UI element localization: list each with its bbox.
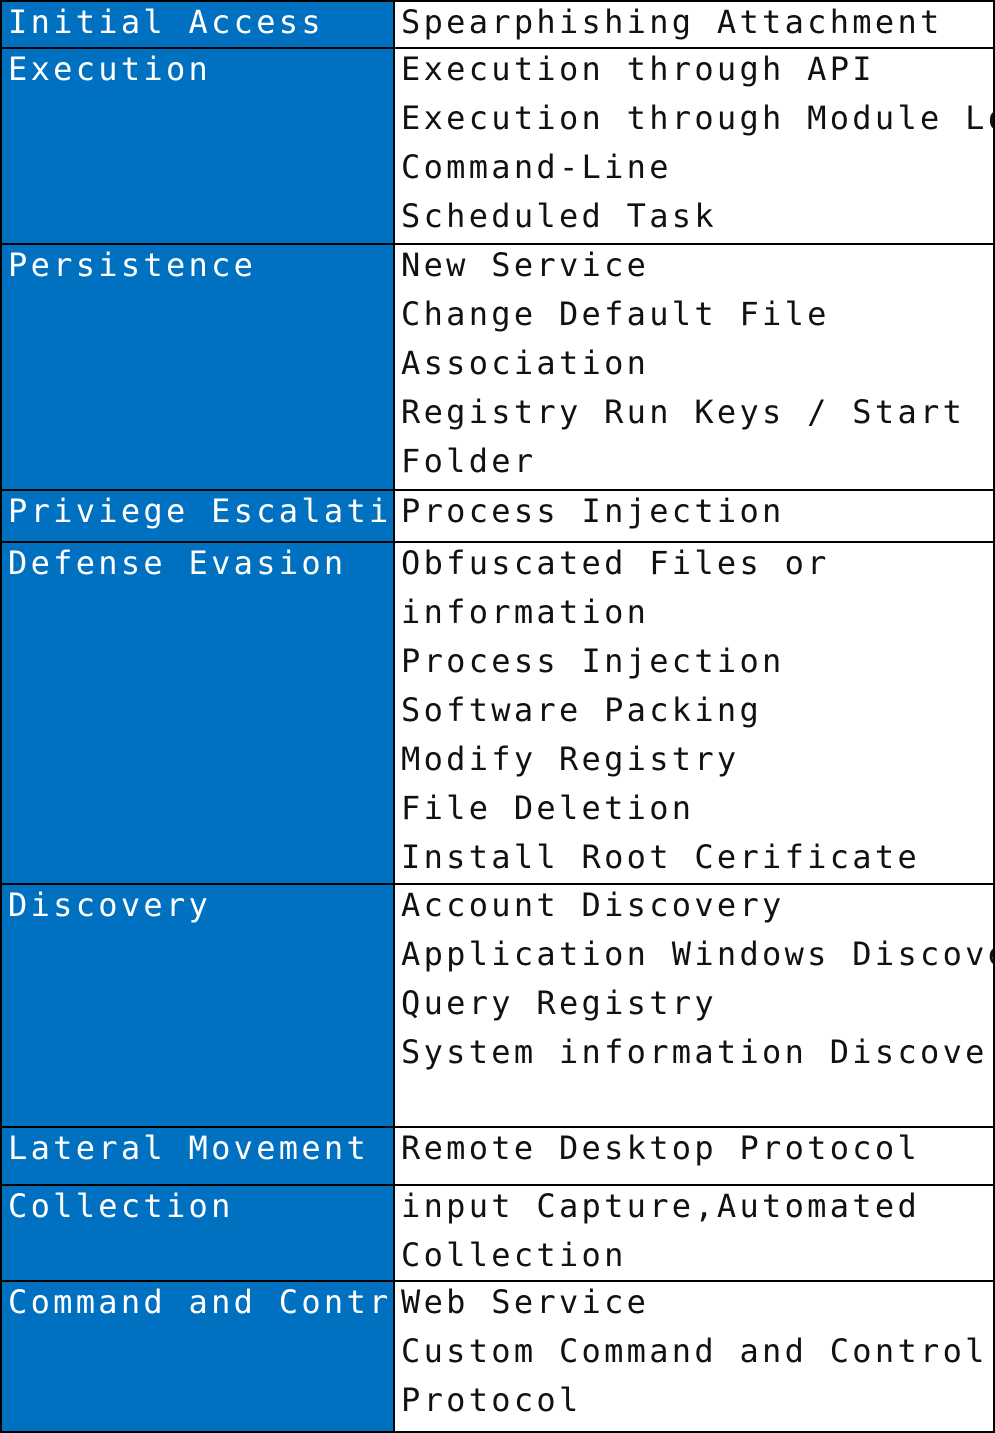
tactic-label: Collection — [8, 1187, 234, 1225]
technique-item: Software Packing — [401, 691, 763, 729]
technique-item: Protocol — [401, 1381, 582, 1419]
table-row: Defense Evasion Obfuscated Files or info… — [0, 541, 995, 885]
techniques-cell: New Service Change Default File Associat… — [393, 243, 995, 491]
tactic-cell: Lateral Movement — [0, 1126, 395, 1186]
technique-item: Application Windows Discovery — [401, 935, 994, 973]
technique-item: Process Injection — [401, 642, 785, 680]
tactic-cell: Defense Evasion — [0, 541, 395, 885]
tactic-cell: Priviege Escalation — [0, 489, 395, 543]
tactic-label: Defense Evasion — [8, 544, 347, 582]
techniques-cell: Spearphishing Attachment — [393, 0, 995, 49]
technique-item: Association — [401, 344, 650, 382]
table-row: Persistence New Service Change Default F… — [0, 243, 995, 491]
techniques-cell: Account Discovery Application Windows Di… — [393, 883, 995, 1128]
technique-item: Command-Line — [401, 148, 672, 186]
tactic-cell: Initial Access — [0, 0, 395, 49]
technique-item: input Capture,Automated — [401, 1187, 921, 1225]
tactic-cell: Collection — [0, 1184, 395, 1282]
table-row: Execution Execution through API Executio… — [0, 47, 995, 245]
tactic-label: Command and Control — [8, 1283, 394, 1321]
techniques-cell: Remote Desktop Protocol — [393, 1126, 995, 1186]
technique-item: Obfuscated Files or — [401, 544, 830, 582]
techniques-cell: Execution through API Execution through … — [393, 47, 995, 245]
tactic-label: Persistence — [8, 246, 257, 284]
techniques-cell: Obfuscated Files or information Process … — [393, 541, 995, 885]
techniques-cell: Web Service Custom Command and Control P… — [393, 1280, 995, 1433]
technique-item: Query Registry — [401, 984, 717, 1022]
tactic-cell: Command and Control — [0, 1280, 395, 1433]
technique-item: Spearphishing Attachment — [401, 3, 943, 41]
technique-item: File Deletion — [401, 789, 695, 827]
technique-item: Custom Command and Control — [401, 1332, 988, 1370]
table-row: Lateral Movement Remote Desktop Protocol — [0, 1126, 995, 1186]
technique-item: Remote Desktop Protocol — [401, 1129, 921, 1167]
technique-item: Account Discovery — [401, 886, 785, 924]
tactics-techniques-table: Initial Access Spearphishing Attachment … — [0, 0, 995, 1433]
technique-item: System information Discovery — [401, 1033, 994, 1071]
technique-item: Install Root Cerificate — [401, 838, 921, 876]
technique-item: Execution through Module Load — [401, 99, 994, 137]
techniques-cell: input Capture,Automated Collection — [393, 1184, 995, 1282]
tactic-label: Initial Access — [8, 3, 324, 41]
tactic-cell: Execution — [0, 47, 395, 245]
tactic-cell: Discovery — [0, 883, 395, 1128]
tactic-label: Execution — [8, 50, 212, 88]
table-row: Command and Control Web Service Custom C… — [0, 1280, 995, 1433]
techniques-cell: Process Injection — [393, 489, 995, 543]
tactic-label: Lateral Movement — [8, 1129, 370, 1167]
technique-item: Execution through API — [401, 50, 875, 88]
technique-item: Change Default File — [401, 295, 830, 333]
tactic-label: Priviege Escalation — [8, 492, 394, 530]
technique-item: Collection — [401, 1236, 627, 1274]
technique-item: New Service — [401, 246, 650, 284]
technique-item: Process Injection — [401, 492, 785, 530]
tactic-label: Discovery — [8, 886, 212, 924]
table-row: Priviege Escalation Process Injection — [0, 489, 995, 543]
technique-item: Web Service — [401, 1283, 650, 1321]
technique-item: information — [401, 593, 650, 631]
table-row: Initial Access Spearphishing Attachment — [0, 0, 995, 49]
technique-item: Folder — [401, 442, 537, 480]
table-row: Discovery Account Discovery Application … — [0, 883, 995, 1128]
technique-item: Modify Registry — [401, 740, 740, 778]
technique-item: Registry Run Keys / Start — [401, 393, 966, 431]
technique-item: Scheduled Task — [401, 197, 717, 235]
table-row: Collection input Capture,Automated Colle… — [0, 1184, 995, 1282]
tactic-cell: Persistence — [0, 243, 395, 491]
